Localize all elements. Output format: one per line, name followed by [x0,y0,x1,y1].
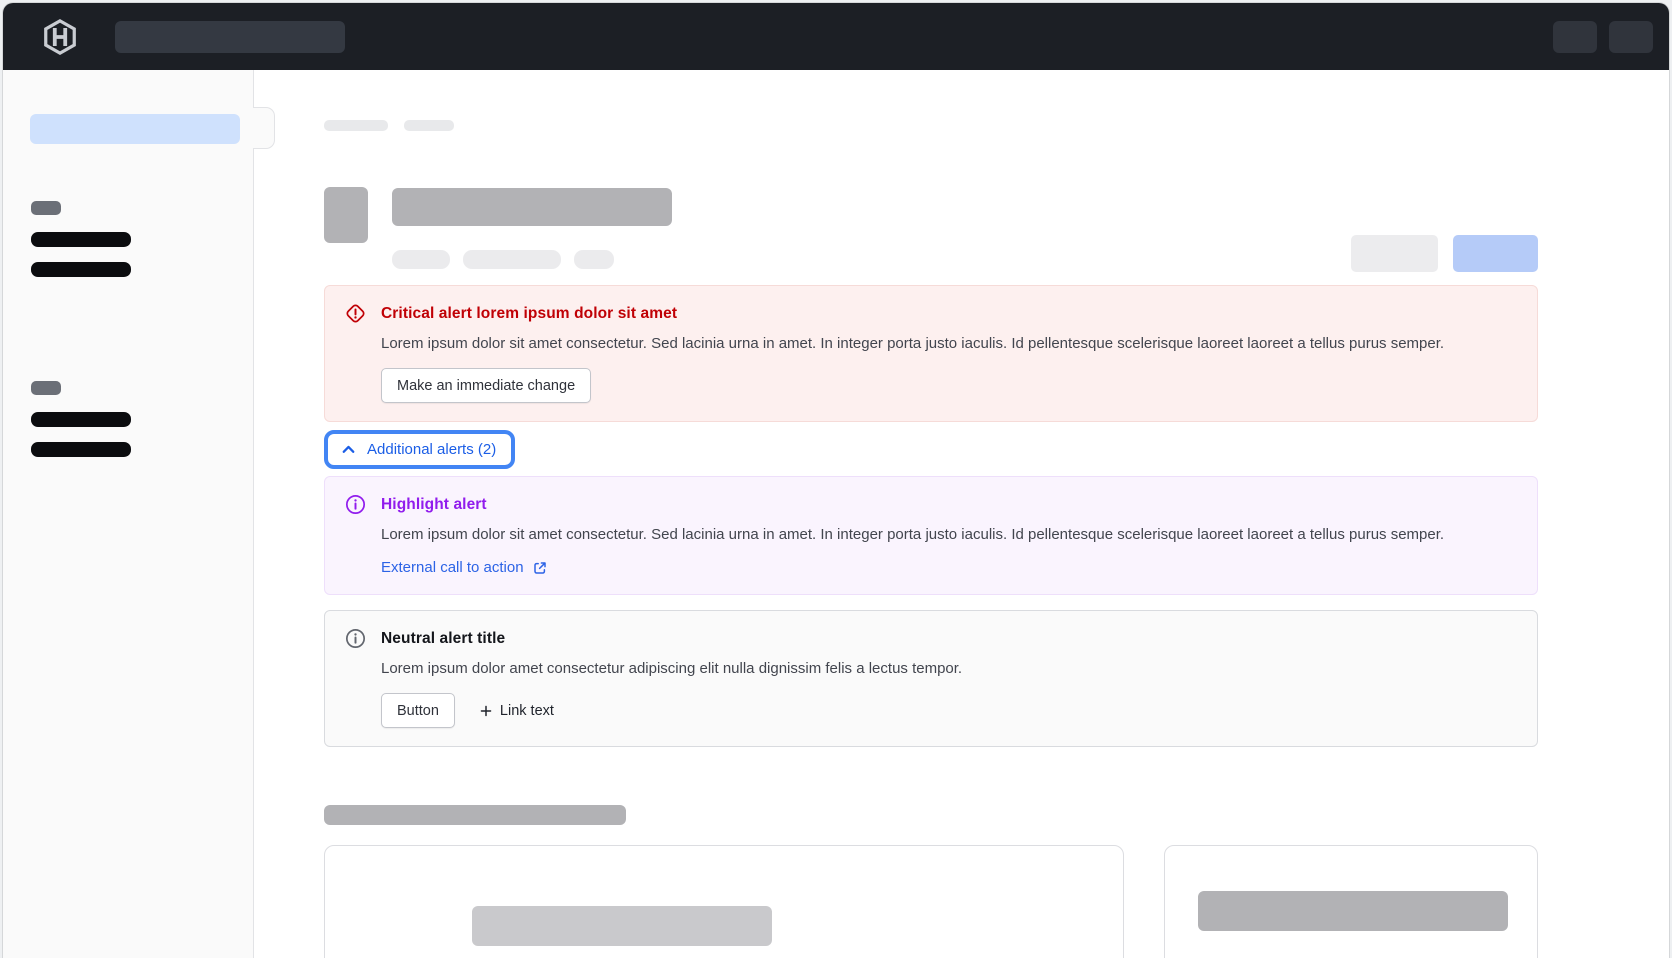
sidebar-item-placeholder-4[interactable] [31,442,131,457]
neutral-alert-title: Neutral alert title [381,630,505,648]
highlight-alert-link-label: External call to action [381,559,524,576]
critical-alert-action-button[interactable]: Make an immediate change [381,368,591,403]
primary-button-placeholder[interactable] [1453,235,1538,272]
critical-alert: Critical alert lorem ipsum dolor sit ame… [324,285,1538,422]
page-actions [1351,235,1538,272]
alert-diamond-icon [345,303,366,324]
card-placeholder-right [1164,845,1538,958]
meta-badge-placeholder-3 [574,250,614,269]
meta-badge-placeholder-1 [392,250,450,269]
sidebar-section-label-placeholder-1 [31,201,61,215]
card-placeholder-left [324,845,1124,958]
breadcrumb-item-placeholder-2[interactable] [404,120,454,131]
app-window: Critical alert lorem ipsum dolor sit ame… [3,3,1669,958]
search-input-placeholder[interactable] [115,21,345,53]
card-content-placeholder [472,906,772,946]
section-title-placeholder [324,805,626,825]
neutral-alert-body: Lorem ipsum dolor amet consectetur adipi… [381,657,1461,680]
highlight-alert-body: Lorem ipsum dolor sit amet consectetur. … [381,523,1461,546]
sidebar-item-placeholder-3[interactable] [31,412,131,427]
page-meta [392,250,614,269]
sidebar-active-item-placeholder[interactable] [30,114,240,144]
highlight-alert-title: Highlight alert [381,496,487,514]
highlight-alert-external-link[interactable]: External call to action [381,559,548,576]
neutral-alert-link[interactable]: Link text [479,703,554,719]
meta-badge-placeholder-2 [463,250,561,269]
page-title-placeholder [392,188,672,226]
page-icon-placeholder [324,187,368,243]
topbar-action-placeholder-1[interactable] [1553,21,1597,53]
topbar-action-placeholder-2[interactable] [1609,21,1653,53]
critical-alert-title: Critical alert lorem ipsum dolor sit ame… [381,305,677,323]
critical-alert-body: Lorem ipsum dolor sit amet consectetur. … [381,332,1461,355]
additional-alerts-toggle-label: Additional alerts (2) [367,441,496,458]
hashicorp-logo-icon [41,18,79,56]
chevron-up-icon [340,441,357,458]
plus-icon [479,704,493,718]
breadcrumb [324,120,1538,131]
info-circle-icon [345,628,366,649]
main-content: Critical alert lorem ipsum dolor sit ame… [254,70,1669,958]
app-layout: Critical alert lorem ipsum dolor sit ame… [3,70,1669,958]
sidebar-item-placeholder-1[interactable] [31,232,131,247]
card-content-placeholder [1198,891,1508,931]
info-circle-icon [345,494,366,515]
sidebar [3,70,254,958]
sidebar-toggle-handle[interactable] [253,107,275,149]
sidebar-section-label-placeholder-2 [31,381,61,395]
neutral-alert-button[interactable]: Button [381,693,455,728]
sidebar-item-placeholder-2[interactable] [31,262,131,277]
breadcrumb-item-placeholder-1[interactable] [324,120,388,131]
neutral-alert-link-label: Link text [500,703,554,719]
page-header [324,187,1538,271]
top-navigation-bar [3,3,1669,70]
additional-alerts-toggle[interactable]: Additional alerts (2) [324,430,515,469]
neutral-alert: Neutral alert title Lorem ipsum dolor am… [324,610,1538,747]
secondary-button-placeholder[interactable] [1351,235,1438,272]
cards-row [324,845,1538,958]
external-link-icon [532,560,548,576]
highlight-alert: Highlight alert Lorem ipsum dolor sit am… [324,476,1538,595]
